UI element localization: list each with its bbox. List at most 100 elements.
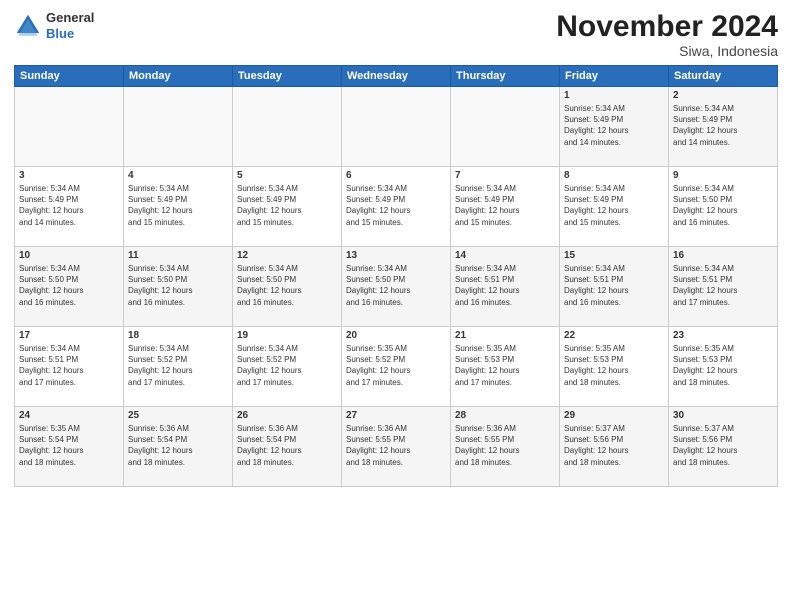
day-info: Sunrise: 5:34 AM Sunset: 5:50 PM Dayligh… — [673, 183, 773, 228]
day-info: Sunrise: 5:35 AM Sunset: 5:54 PM Dayligh… — [19, 423, 119, 468]
calendar-cell-w4d0: 24 Sunrise: 5:35 AM Sunset: 5:54 PM Dayli… — [15, 407, 124, 487]
day-info: Sunrise: 5:34 AM Sunset: 5:50 PM Dayligh… — [346, 263, 446, 308]
day-info: Sunrise: 5:37 AM Sunset: 5:56 PM Dayligh… — [673, 423, 773, 468]
calendar-header-friday: Friday — [560, 66, 669, 87]
day-number: 28 — [455, 410, 555, 421]
day-info: Sunrise: 5:34 AM Sunset: 5:49 PM Dayligh… — [19, 183, 119, 228]
day-number: 22 — [564, 330, 664, 341]
day-number: 14 — [455, 250, 555, 261]
day-number: 8 — [564, 170, 664, 181]
calendar-cell-w3d2: 19 Sunrise: 5:34 AM Sunset: 5:52 PM Dayli… — [233, 327, 342, 407]
calendar-week-2: 10Sunrise: 5:34 AM Sunset: 5:50 PM Dayli… — [15, 247, 778, 327]
calendar-header-monday: Monday — [124, 66, 233, 87]
day-info: Sunrise: 5:36 AM Sunset: 5:54 PM Dayligh… — [237, 423, 337, 468]
location: Siwa, Indonesia — [556, 43, 778, 59]
day-info: Sunrise: 5:34 AM Sunset: 5:50 PM Dayligh… — [19, 263, 119, 308]
logo: General Blue — [14, 10, 94, 41]
calendar-cell-w2d0: 10Sunrise: 5:34 AM Sunset: 5:50 PM Dayli… — [15, 247, 124, 327]
calendar-cell-w4d5: 29 Sunrise: 5:37 AM Sunset: 5:56 PM Dayli… — [560, 407, 669, 487]
header: General Blue November 2024 Siwa, Indones… — [14, 10, 778, 59]
calendar-cell-w3d5: 22 Sunrise: 5:35 AM Sunset: 5:53 PM Dayli… — [560, 327, 669, 407]
day-number: 23 — [673, 330, 773, 341]
calendar-cell-w1d4: 7 Sunrise: 5:34 AM Sunset: 5:49 PM Daylig… — [451, 167, 560, 247]
calendar-cell-w1d1: 4Sunrise: 5:34 AM Sunset: 5:49 PM Daylig… — [124, 167, 233, 247]
month-title: November 2024 — [556, 10, 778, 43]
calendar-header-sunday: Sunday — [15, 66, 124, 87]
day-number: 5 — [237, 170, 337, 181]
day-info: Sunrise: 5:35 AM Sunset: 5:53 PM Dayligh… — [455, 343, 555, 388]
calendar-header-thursday: Thursday — [451, 66, 560, 87]
day-number: 25 — [128, 410, 228, 421]
day-info: Sunrise: 5:34 AM Sunset: 5:49 PM Dayligh… — [346, 183, 446, 228]
day-info: Sunrise: 5:34 AM Sunset: 5:50 PM Dayligh… — [237, 263, 337, 308]
day-number: 3 — [19, 170, 119, 181]
day-number: 30 — [673, 410, 773, 421]
day-number: 1 — [564, 90, 664, 101]
logo-text: General Blue — [46, 10, 94, 41]
calendar-week-3: 17Sunrise: 5:34 AM Sunset: 5:51 PM Dayli… — [15, 327, 778, 407]
calendar-cell-w0d0 — [15, 87, 124, 167]
calendar-cell-w3d6: 23 Sunrise: 5:35 AM Sunset: 5:53 PM Dayli… — [669, 327, 778, 407]
logo-icon — [14, 12, 42, 40]
calendar-cell-w1d6: 9 Sunrise: 5:34 AM Sunset: 5:50 PM Daylig… — [669, 167, 778, 247]
calendar-cell-w0d3 — [342, 87, 451, 167]
day-number: 21 — [455, 330, 555, 341]
calendar-cell-w2d3: 13Sunrise: 5:34 AM Sunset: 5:50 PM Dayli… — [342, 247, 451, 327]
day-info: Sunrise: 5:34 AM Sunset: 5:49 PM Dayligh… — [455, 183, 555, 228]
day-number: 26 — [237, 410, 337, 421]
calendar-cell-w1d0: 3 Sunrise: 5:34 AM Sunset: 5:49 PM Daylig… — [15, 167, 124, 247]
day-number: 24 — [19, 410, 119, 421]
day-info: Sunrise: 5:34 AM Sunset: 5:49 PM Dayligh… — [237, 183, 337, 228]
day-info: Sunrise: 5:34 AM Sunset: 5:52 PM Dayligh… — [128, 343, 228, 388]
day-info: Sunrise: 5:34 AM Sunset: 5:51 PM Dayligh… — [455, 263, 555, 308]
calendar-header-row: SundayMondayTuesdayWednesdayThursdayFrid… — [15, 66, 778, 87]
page: General Blue November 2024 Siwa, Indones… — [0, 0, 792, 612]
title-block: November 2024 Siwa, Indonesia — [556, 10, 778, 59]
day-number: 2 — [673, 90, 773, 101]
day-info: Sunrise: 5:34 AM Sunset: 5:51 PM Dayligh… — [564, 263, 664, 308]
day-info: Sunrise: 5:36 AM Sunset: 5:55 PM Dayligh… — [455, 423, 555, 468]
day-number: 12 — [237, 250, 337, 261]
calendar-cell-w2d2: 12 Sunrise: 5:34 AM Sunset: 5:50 PM Dayli… — [233, 247, 342, 327]
day-number: 11 — [128, 250, 228, 261]
calendar-cell-w4d4: 28 Sunrise: 5:36 AM Sunset: 5:55 PM Dayli… — [451, 407, 560, 487]
day-info: Sunrise: 5:34 AM Sunset: 5:51 PM Dayligh… — [673, 263, 773, 308]
day-number: 27 — [346, 410, 446, 421]
day-info: Sunrise: 5:35 AM Sunset: 5:53 PM Dayligh… — [673, 343, 773, 388]
calendar: SundayMondayTuesdayWednesdayThursdayFrid… — [14, 65, 778, 487]
day-number: 4 — [128, 170, 228, 181]
calendar-cell-w1d3: 6 Sunrise: 5:34 AM Sunset: 5:49 PM Daylig… — [342, 167, 451, 247]
calendar-cell-w0d5: 1Sunrise: 5:34 AM Sunset: 5:49 PM Daylig… — [560, 87, 669, 167]
calendar-cell-w1d5: 8Sunrise: 5:34 AM Sunset: 5:49 PM Daylig… — [560, 167, 669, 247]
calendar-week-4: 24 Sunrise: 5:35 AM Sunset: 5:54 PM Dayli… — [15, 407, 778, 487]
calendar-cell-w3d3: 20 Sunrise: 5:35 AM Sunset: 5:52 PM Dayli… — [342, 327, 451, 407]
calendar-cell-w0d6: 2Sunrise: 5:34 AM Sunset: 5:49 PM Daylig… — [669, 87, 778, 167]
calendar-cell-w0d2 — [233, 87, 342, 167]
day-info: Sunrise: 5:35 AM Sunset: 5:52 PM Dayligh… — [346, 343, 446, 388]
day-number: 6 — [346, 170, 446, 181]
day-number: 20 — [346, 330, 446, 341]
calendar-cell-w2d4: 14 Sunrise: 5:34 AM Sunset: 5:51 PM Dayli… — [451, 247, 560, 327]
day-number: 16 — [673, 250, 773, 261]
day-number: 9 — [673, 170, 773, 181]
day-info: Sunrise: 5:34 AM Sunset: 5:52 PM Dayligh… — [237, 343, 337, 388]
calendar-cell-w2d1: 11 Sunrise: 5:34 AM Sunset: 5:50 PM Dayli… — [124, 247, 233, 327]
day-info: Sunrise: 5:34 AM Sunset: 5:50 PM Dayligh… — [128, 263, 228, 308]
day-info: Sunrise: 5:36 AM Sunset: 5:55 PM Dayligh… — [346, 423, 446, 468]
calendar-cell-w2d5: 15Sunrise: 5:34 AM Sunset: 5:51 PM Dayli… — [560, 247, 669, 327]
calendar-cell-w3d1: 18 Sunrise: 5:34 AM Sunset: 5:52 PM Dayli… — [124, 327, 233, 407]
day-info: Sunrise: 5:35 AM Sunset: 5:53 PM Dayligh… — [564, 343, 664, 388]
calendar-cell-w4d2: 26 Sunrise: 5:36 AM Sunset: 5:54 PM Dayli… — [233, 407, 342, 487]
day-info: Sunrise: 5:37 AM Sunset: 5:56 PM Dayligh… — [564, 423, 664, 468]
calendar-cell-w4d6: 30 Sunrise: 5:37 AM Sunset: 5:56 PM Dayli… — [669, 407, 778, 487]
calendar-cell-w0d4 — [451, 87, 560, 167]
calendar-cell-w3d0: 17Sunrise: 5:34 AM Sunset: 5:51 PM Dayli… — [15, 327, 124, 407]
day-number: 29 — [564, 410, 664, 421]
day-number: 19 — [237, 330, 337, 341]
calendar-header-wednesday: Wednesday — [342, 66, 451, 87]
day-number: 7 — [455, 170, 555, 181]
day-info: Sunrise: 5:34 AM Sunset: 5:51 PM Dayligh… — [19, 343, 119, 388]
day-info: Sunrise: 5:36 AM Sunset: 5:54 PM Dayligh… — [128, 423, 228, 468]
calendar-cell-w4d1: 25 Sunrise: 5:36 AM Sunset: 5:54 PM Dayli… — [124, 407, 233, 487]
day-number: 18 — [128, 330, 228, 341]
